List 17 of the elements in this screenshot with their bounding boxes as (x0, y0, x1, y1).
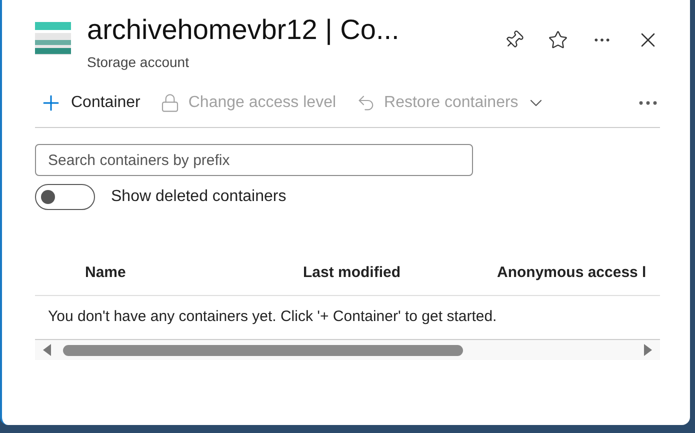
storage-icon (35, 22, 71, 56)
toggle-switch[interactable] (35, 184, 95, 210)
lock-icon (160, 93, 180, 113)
horizontal-scrollbar[interactable] (35, 340, 660, 360)
page-title: archivehomevbr12 | Co... (87, 13, 400, 47)
scrollbar-thumb[interactable] (63, 344, 463, 356)
scroll-right-icon[interactable] (644, 344, 652, 356)
column-header: Anonymous access l (497, 263, 648, 283)
scroll-left-icon[interactable] (43, 344, 51, 356)
search-field[interactable]: Search containers by prefix (35, 144, 473, 176)
column-header: Name (84, 263, 127, 283)
toolbar-button[interactable]: Container (35, 89, 144, 117)
page-subtitle: Storage account (87, 53, 190, 72)
star-icon[interactable] (548, 30, 568, 50)
column-header: Last modified (303, 263, 402, 283)
empty-message: You don't have any containers yet. Click '+ Container' to get started. (47, 307, 497, 328)
toggle-label: Show deleted containers (111, 187, 286, 207)
